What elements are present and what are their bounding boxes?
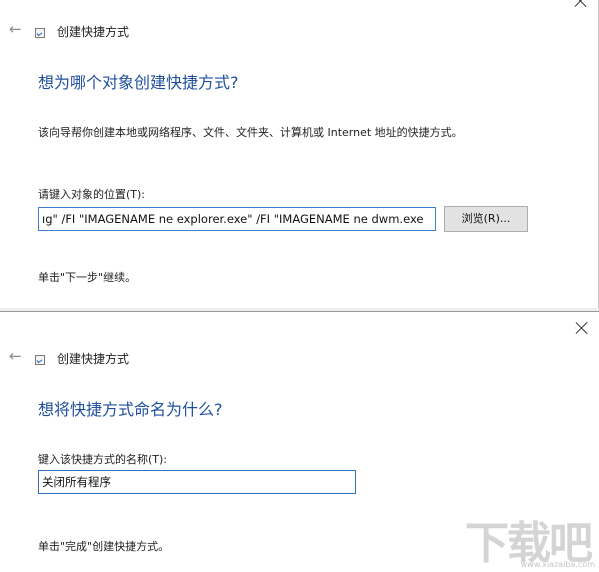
instruction-text: 单击"下一步"继续。 (38, 271, 137, 284)
description-text: 该向导帮你创建本地或网络程序、文件、文件夹、计算机或 Internet 地址的快… (38, 126, 463, 139)
browse-button[interactable]: 浏览(R)... (444, 206, 528, 232)
instruction-text: 单击"完成"创建快捷方式。 (38, 540, 170, 553)
page-heading: 想为哪个对象创建快捷方式? (38, 73, 239, 92)
close-icon[interactable] (574, 0, 588, 8)
close-icon[interactable] (575, 321, 589, 335)
watermark-url: www.xiazaiba.com (520, 560, 595, 569)
create-shortcut-dialog-name: ← 创建快捷方式 想将快捷方式命名为什么? 键入该快捷方式的名称(T): 关闭所… (0, 311, 599, 572)
location-label: 请键入对象的位置(T): (38, 188, 146, 201)
shortcut-wizard-icon (35, 28, 45, 38)
dialog-title: 创建快捷方式 (57, 352, 130, 366)
create-shortcut-dialog-location: ← 创建快捷方式 想为哪个对象创建快捷方式? 该向导帮你创建本地或网络程序、文件… (0, 0, 599, 310)
back-arrow-icon[interactable]: ← (9, 22, 22, 37)
shortcut-name-input[interactable]: 关闭所有程序 (38, 470, 356, 494)
shortcut-wizard-icon (35, 355, 45, 365)
name-label: 键入该快捷方式的名称(T): (38, 453, 168, 466)
page-heading: 想将快捷方式命名为什么? (38, 400, 223, 419)
location-input[interactable]: ıg" /FI "IMAGENAME ne explorer.exe" /FI … (38, 207, 436, 231)
back-arrow-icon[interactable]: ← (9, 349, 22, 364)
dialog-title: 创建快捷方式 (57, 25, 130, 39)
site-watermark: 下载吧 www.xiazaiba.com (447, 507, 597, 569)
